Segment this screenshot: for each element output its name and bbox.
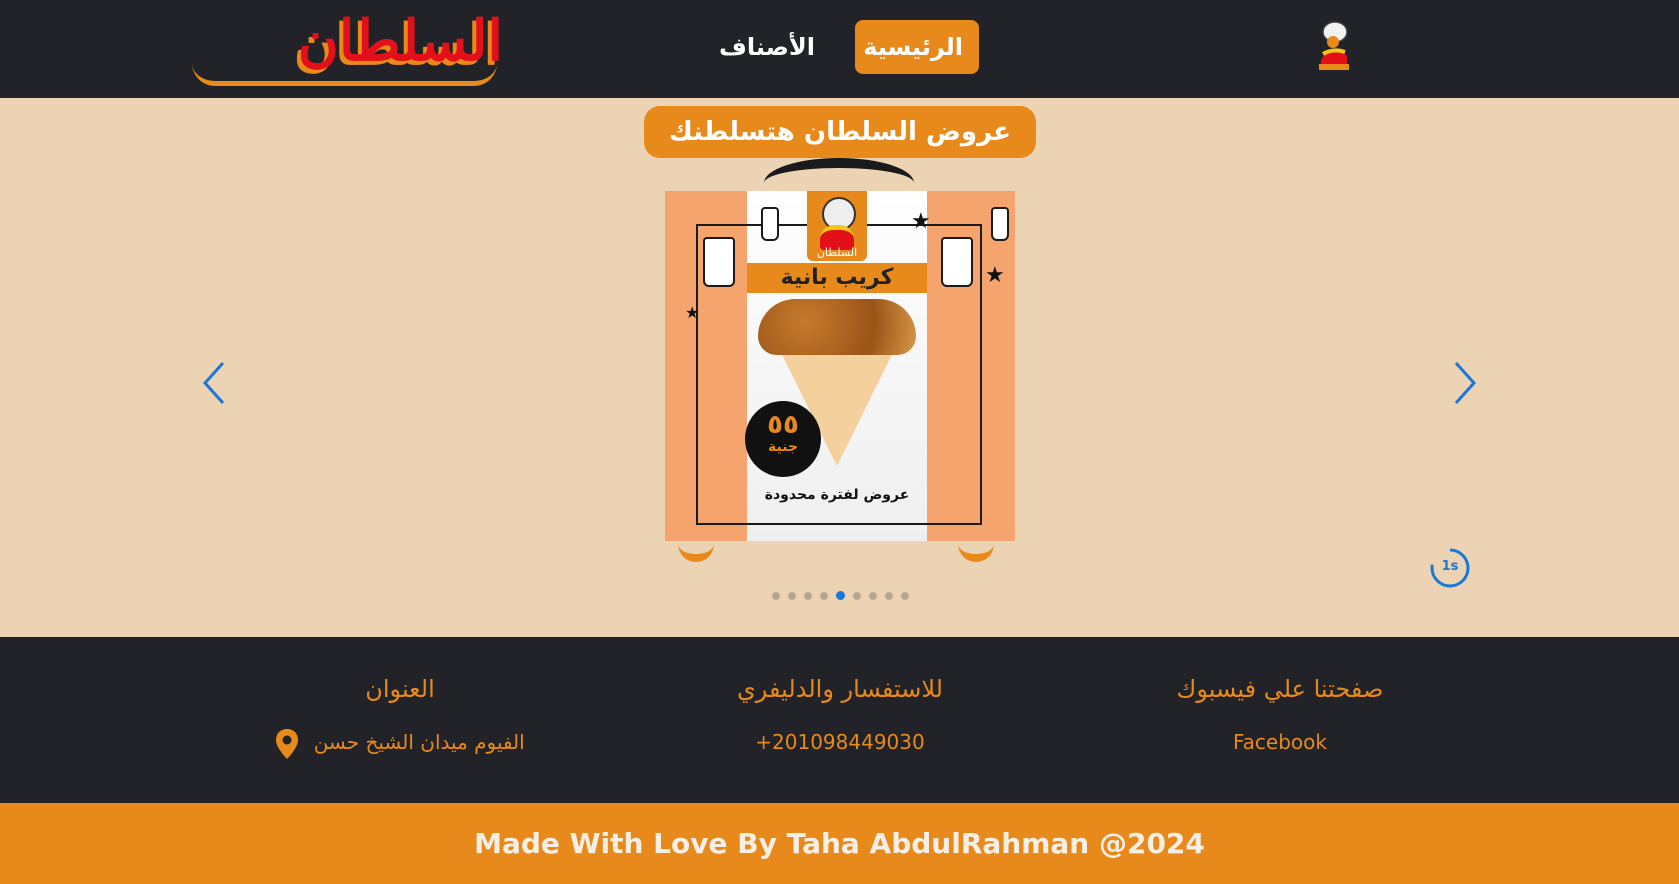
carousel-dot[interactable] <box>820 591 828 600</box>
autoplay-timer: 1s <box>1428 546 1472 590</box>
star-icon: ★ <box>985 263 1005 288</box>
autoplay-timer-label: 1s <box>1441 559 1459 574</box>
slide-swoosh-decoration <box>678 538 714 562</box>
lantern-icon <box>941 237 973 287</box>
carousel-pagination <box>772 585 917 600</box>
price-badge: ٥٥ جنية <box>745 401 821 477</box>
contact-heading: للاستفسار والدليفري <box>737 675 943 703</box>
footer-facebook-column: صفحتنا علي فيسبوك Facebook <box>1100 637 1460 757</box>
chevron-right-icon <box>1454 361 1477 405</box>
carousel-dot[interactable] <box>885 591 893 600</box>
sultan-mascot-icon[interactable] <box>1315 20 1353 72</box>
price-number: ٥٥ <box>767 410 799 440</box>
carousel-dot[interactable] <box>853 591 861 600</box>
carousel-dot[interactable] <box>869 591 877 600</box>
offer-brand-text: السلطان <box>816 246 858 259</box>
chevron-left-icon <box>202 361 225 405</box>
lantern-icon <box>761 207 779 241</box>
main-nav: الأصناف الرئيسية <box>0 20 1679 74</box>
facebook-heading: صفحتنا علي فيسبوك <box>1176 675 1384 703</box>
offer-brand-badge: السلطان <box>807 191 867 261</box>
carousel-slide[interactable]: ★ ★ ★ السلطان كريب بانية ٥٥ جنية عروض لف… <box>664 158 1016 562</box>
footer-contact-column: للاستفسار والدليفري +201098449030 <box>650 637 1030 757</box>
phone-number[interactable]: +201098449030 <box>650 727 1030 757</box>
lantern-icon <box>703 237 735 287</box>
offers-heading: عروض السلطان هتسلطنك <box>644 106 1036 158</box>
site-footer: العنوان الفيوم ميدان الشيخ حسن للاستفسار… <box>0 637 1679 803</box>
price-currency: جنية <box>767 439 798 455</box>
nav-categories-link[interactable]: الأصناف <box>700 20 834 74</box>
address-text: الفيوم ميدان الشيخ حسن <box>313 730 525 754</box>
carousel-dot[interactable] <box>901 591 909 600</box>
copyright-bar: Made With Love By Taha AbdulRahman @2024 <box>0 803 1679 884</box>
carousel-dot[interactable] <box>804 591 812 600</box>
carousel-dot[interactable] <box>788 591 796 600</box>
facebook-link[interactable]: Facebook <box>1100 727 1460 757</box>
nav-home-link[interactable]: الرئيسية <box>855 20 979 74</box>
carousel-dot[interactable] <box>836 591 845 600</box>
carousel-prev-button[interactable] <box>195 353 235 413</box>
star-icon: ★ <box>685 303 700 322</box>
footer-address-column: العنوان الفيوم ميدان الشيخ حسن <box>218 637 582 760</box>
offer-image: ★ ★ ★ السلطان كريب بانية ٥٥ جنية عروض لف… <box>665 191 1015 541</box>
address-line: الفيوم ميدان الشيخ حسن <box>218 727 582 760</box>
slide-swoosh-decoration <box>958 538 994 562</box>
map-pin-icon <box>275 728 299 760</box>
site-header: السلطان الأصناف الرئيسية <box>0 0 1679 98</box>
offer-limited-text: عروض لفترة محدودة <box>764 487 910 503</box>
offer-dish-title: كريب بانية <box>747 263 927 293</box>
address-heading: العنوان <box>365 675 435 703</box>
carousel-dot[interactable] <box>772 591 780 600</box>
star-icon: ★ <box>911 209 931 234</box>
crepe-filling-image <box>758 299 916 355</box>
lantern-icon <box>991 207 1009 241</box>
carousel-next-button[interactable] <box>1444 353 1484 413</box>
